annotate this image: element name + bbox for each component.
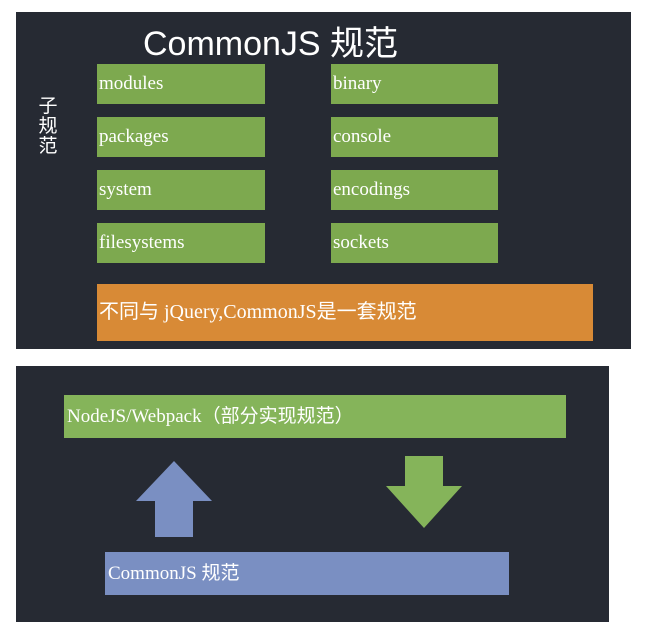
module-box-encodings: encodings: [331, 170, 498, 210]
commonjs-spec-panel: CommonJS 规范 子规范 modules packages system …: [16, 12, 631, 349]
implementation-bar: NodeJS/Webpack（部分实现规范）: [64, 395, 566, 438]
module-box-filesystems: filesystems: [97, 223, 265, 263]
panel-title: CommonJS 规范: [143, 25, 399, 63]
module-box-packages: packages: [97, 117, 265, 157]
module-box-sockets: sockets: [331, 223, 498, 263]
module-box-binary: binary: [331, 64, 498, 104]
sub-spec-label: 子规范: [38, 95, 58, 157]
spec-note-banner: 不同与 jQuery,CommonJS是一套规范: [97, 284, 593, 341]
arrow-up-icon: [136, 461, 212, 537]
arrow-down-icon: [386, 456, 462, 528]
implementation-panel: NodeJS/Webpack（部分实现规范） CommonJS 规范: [16, 366, 609, 622]
module-box-system: system: [97, 170, 265, 210]
module-box-console: console: [331, 117, 498, 157]
spec-bar: CommonJS 规范: [105, 552, 509, 595]
module-box-modules: modules: [97, 64, 265, 104]
